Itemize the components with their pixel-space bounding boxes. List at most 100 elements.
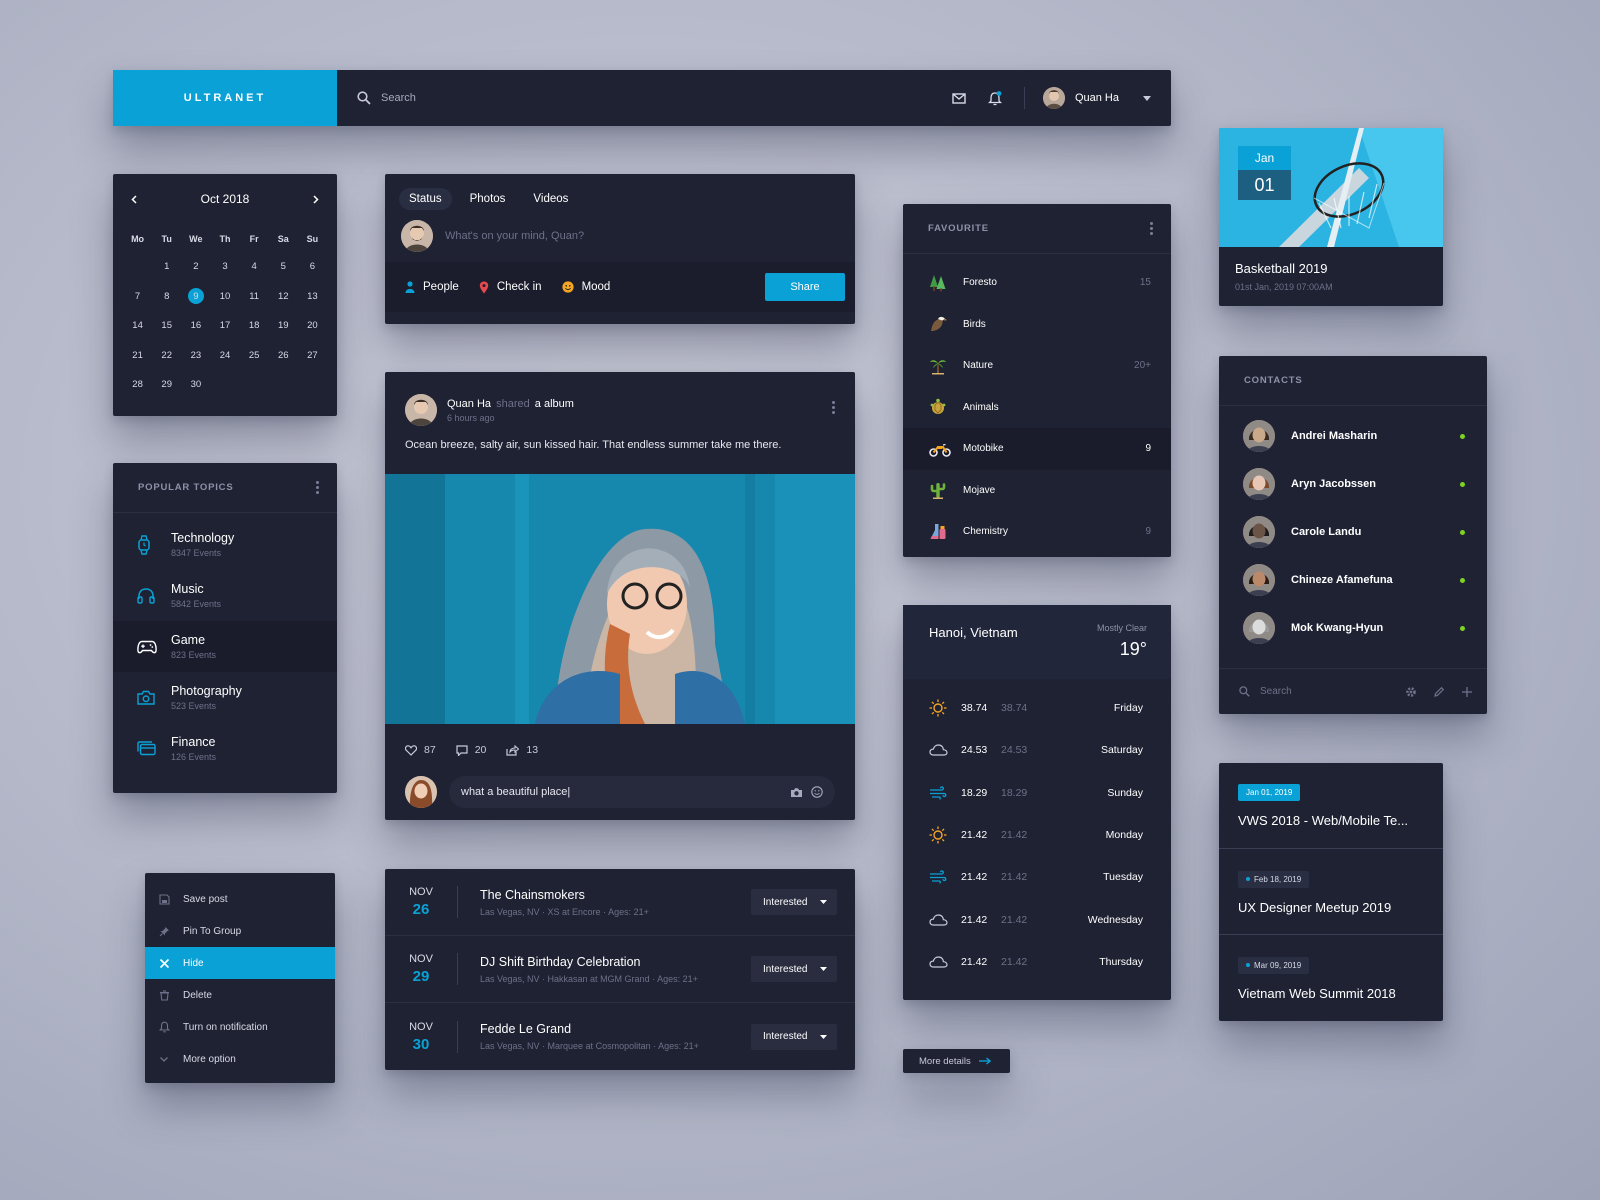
- topic-item[interactable]: Technology 8347 Events: [113, 519, 337, 570]
- topic-item[interactable]: Photography 523 Events: [113, 672, 337, 723]
- calendar-day[interactable]: 7: [123, 282, 152, 312]
- mood-option[interactable]: Mood: [561, 281, 610, 293]
- calendar-day[interactable]: 25: [240, 341, 269, 371]
- brand-logo[interactable]: ULTRANET: [113, 70, 337, 126]
- author-avatar[interactable]: [405, 394, 437, 426]
- favourite-item[interactable]: Nature 20+: [903, 345, 1171, 387]
- user-name[interactable]: Quan Ha: [1075, 92, 1119, 104]
- post-author[interactable]: Quan Ha: [447, 398, 491, 410]
- post-photo[interactable]: [385, 474, 855, 724]
- favourite-item[interactable]: Mojave: [903, 470, 1171, 512]
- search-input[interactable]: Search: [381, 92, 930, 104]
- more-vertical-icon[interactable]: [316, 481, 319, 494]
- gear-icon[interactable]: [1405, 686, 1417, 698]
- event-title: The Chainsmokers: [480, 887, 585, 902]
- topic-item[interactable]: Finance 126 Events: [113, 723, 337, 774]
- calendar-day[interactable]: 11: [240, 282, 269, 312]
- user-avatar[interactable]: [1042, 87, 1065, 109]
- composer-tab[interactable]: Videos: [523, 188, 578, 210]
- menu-item[interactable]: Hide: [145, 947, 335, 979]
- menu-item[interactable]: More option: [145, 1043, 335, 1075]
- calendar-day[interactable]: 4: [240, 252, 269, 282]
- add-contact-icon[interactable]: [1461, 686, 1473, 698]
- calendar-day[interactable]: 29: [152, 370, 181, 400]
- schedule-item[interactable]: Feb 18, 2019 UX Designer Meetup 2019: [1219, 849, 1443, 935]
- check-in-option[interactable]: Check in: [479, 281, 542, 294]
- calendar-day[interactable]: 12: [269, 282, 298, 312]
- event-row[interactable]: NOV 26 The Chainsmokers Las Vegas, NV · …: [385, 869, 855, 936]
- event-row[interactable]: NOV 30 Fedde Le Grand Las Vegas, NV · Ma…: [385, 1003, 855, 1070]
- calendar-day[interactable]: 15: [152, 311, 181, 341]
- calendar-day[interactable]: 17: [210, 311, 239, 341]
- calendar-day[interactable]: 1: [152, 252, 181, 282]
- tag-people-option[interactable]: People: [405, 281, 459, 293]
- calendar-day[interactable]: 13: [298, 282, 327, 312]
- chevron-down-icon[interactable]: [1143, 95, 1151, 101]
- post-object[interactable]: a album: [535, 398, 574, 410]
- event-row[interactable]: NOV 29 DJ Shift Birthday Celebration Las…: [385, 936, 855, 1003]
- calendar-day[interactable]: 19: [269, 311, 298, 341]
- calendar-day-selected[interactable]: 9: [181, 282, 210, 312]
- comment-button[interactable]: 20: [456, 744, 486, 756]
- calendar-day[interactable]: 18: [240, 311, 269, 341]
- favourite-item[interactable]: Motobike 9: [903, 428, 1171, 470]
- calendar-day[interactable]: 8: [152, 282, 181, 312]
- calendar-day[interactable]: 22: [152, 341, 181, 371]
- more-details-button[interactable]: More details: [903, 1049, 1010, 1073]
- calendar-day[interactable]: 24: [210, 341, 239, 371]
- favourite-item[interactable]: Chemistry 9: [903, 511, 1171, 553]
- calendar-day[interactable]: 2: [181, 252, 210, 282]
- composer-tab[interactable]: Photos: [460, 188, 516, 210]
- camera-icon[interactable]: [790, 787, 803, 798]
- calendar-day[interactable]: 14: [123, 311, 152, 341]
- calendar-day[interactable]: 27: [298, 341, 327, 371]
- favourite-item[interactable]: Foresto 15: [903, 262, 1171, 304]
- mail-icon[interactable]: [952, 92, 966, 104]
- calendar-day[interactable]: 16: [181, 311, 210, 341]
- emoji-icon[interactable]: [811, 786, 823, 798]
- menu-item[interactable]: Pin To Group: [145, 915, 335, 947]
- more-vertical-icon[interactable]: [1150, 222, 1153, 235]
- interested-dropdown[interactable]: Interested: [751, 889, 837, 915]
- favourite-item[interactable]: Animals: [903, 387, 1171, 429]
- calendar-day[interactable]: 10: [210, 282, 239, 312]
- share-button[interactable]: Share: [765, 273, 845, 301]
- contact-item[interactable]: Mok Kwang-Hyun: [1219, 604, 1487, 652]
- calendar-day[interactable]: 28: [123, 370, 152, 400]
- calendar-day[interactable]: 20: [298, 311, 327, 341]
- calendar-day[interactable]: 6: [298, 252, 327, 282]
- schedule-item[interactable]: Jan 01, 2019 VWS 2018 - Web/Mobile Te...: [1219, 763, 1443, 849]
- interested-dropdown[interactable]: Interested: [751, 1023, 837, 1050]
- event-card[interactable]: Jan 01 Basketball 2019 01st Jan, 2019 07…: [1219, 128, 1443, 306]
- status-input[interactable]: What's on your mind, Quan?: [445, 230, 584, 242]
- menu-item[interactable]: Save post: [145, 883, 335, 915]
- contact-search-input[interactable]: Search: [1260, 686, 1395, 697]
- calendar-day[interactable]: 3: [210, 252, 239, 282]
- edit-icon[interactable]: [1433, 686, 1445, 698]
- topic-item[interactable]: Game 823 Events: [113, 621, 337, 672]
- calendar-day[interactable]: 5: [269, 252, 298, 282]
- share-post-button[interactable]: 13: [506, 744, 538, 756]
- chevron-left-icon[interactable]: [131, 194, 137, 204]
- interested-dropdown[interactable]: Interested: [751, 956, 837, 982]
- contact-item[interactable]: Chineze Afamefuna: [1219, 556, 1487, 604]
- contact-item[interactable]: Andrei Masharin: [1219, 412, 1487, 460]
- topic-item[interactable]: Music 5842 Events: [113, 570, 337, 621]
- menu-item[interactable]: Turn on notification: [145, 1011, 335, 1043]
- favourite-item[interactable]: Birds: [903, 304, 1171, 346]
- schedule-item[interactable]: Mar 09, 2019 Vietnam Web Summit 2018: [1219, 935, 1443, 1021]
- calendar-day[interactable]: 26: [269, 341, 298, 371]
- calendar-day[interactable]: 21: [123, 341, 152, 371]
- comment-input[interactable]: what a beautiful place|: [449, 776, 835, 808]
- contact-item[interactable]: Carole Landu: [1219, 508, 1487, 556]
- global-search[interactable]: Search Quan Ha: [337, 70, 1171, 126]
- chevron-right-icon[interactable]: [313, 194, 319, 204]
- more-vertical-icon[interactable]: [832, 400, 835, 414]
- contact-item[interactable]: Aryn Jacobssen: [1219, 460, 1487, 508]
- bell-icon[interactable]: [987, 90, 1002, 106]
- like-button[interactable]: 87: [405, 744, 436, 756]
- menu-item[interactable]: Delete: [145, 979, 335, 1011]
- composer-tab[interactable]: Status: [399, 188, 452, 210]
- calendar-day[interactable]: 30: [181, 370, 210, 400]
- calendar-day[interactable]: 23: [181, 341, 210, 371]
